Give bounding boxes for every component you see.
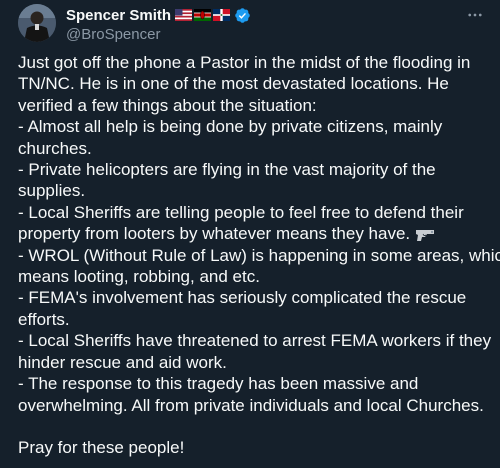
post-line: - Private helicopters are flying in the …	[18, 160, 436, 180]
post-line: - Almost all help is being done by priva…	[18, 117, 443, 137]
verified-badge-icon	[235, 7, 250, 23]
post-line: overwhelming. All from private individua…	[18, 395, 484, 415]
avatar[interactable]	[18, 4, 56, 42]
post-line: means looting, robbing, and etc.	[18, 267, 260, 287]
post-line: supplies.	[18, 181, 86, 201]
tweet-card: Spencer Smith @BroSpencer Just got off t…	[0, 0, 500, 468]
post-line: - FEMA's involvement has seriously compl…	[18, 288, 467, 308]
dominican-republic-flag-icon	[213, 9, 231, 21]
post-line: - The response to this tragedy has been …	[18, 374, 419, 394]
post-line: efforts.	[18, 309, 70, 329]
name-row: Spencer Smith	[66, 5, 460, 25]
post-line: hinder rescue and aid work.	[18, 352, 227, 372]
us-flag-icon	[175, 9, 193, 21]
post-header: Spencer Smith @BroSpencer	[66, 5, 460, 43]
post-line: Just got off the phone a Pastor in the m…	[18, 53, 471, 72]
post-line: property from looters by whatever means …	[18, 224, 411, 244]
post-line: - Local Sheriffs have threatened to arre…	[18, 331, 492, 351]
post-line: TN/NC. He is in one of the most devastat…	[18, 74, 449, 94]
pistol-icon	[416, 229, 435, 241]
post-body: Just got off the phone a Pastor in the m…	[18, 52, 500, 459]
post-line: - WROL (Without Rule of Law) is happenin…	[18, 245, 500, 265]
display-name[interactable]: Spencer Smith	[66, 7, 171, 24]
post-line: verified a few things about the situatio…	[18, 95, 317, 115]
post-line: Pray for these people!	[18, 438, 185, 458]
post-line-with-emoji: property from looters by whatever means …	[18, 223, 488, 244]
post-line: - Local Sheriffs are telling people to f…	[18, 202, 464, 222]
more-options-button[interactable]	[464, 4, 486, 26]
post-line: churches.	[18, 138, 92, 158]
more-horizontal-icon	[468, 13, 482, 17]
user-handle[interactable]: @BroSpencer	[66, 26, 460, 43]
kenya-flag-icon	[194, 9, 212, 21]
flag-emojis	[175, 9, 232, 21]
